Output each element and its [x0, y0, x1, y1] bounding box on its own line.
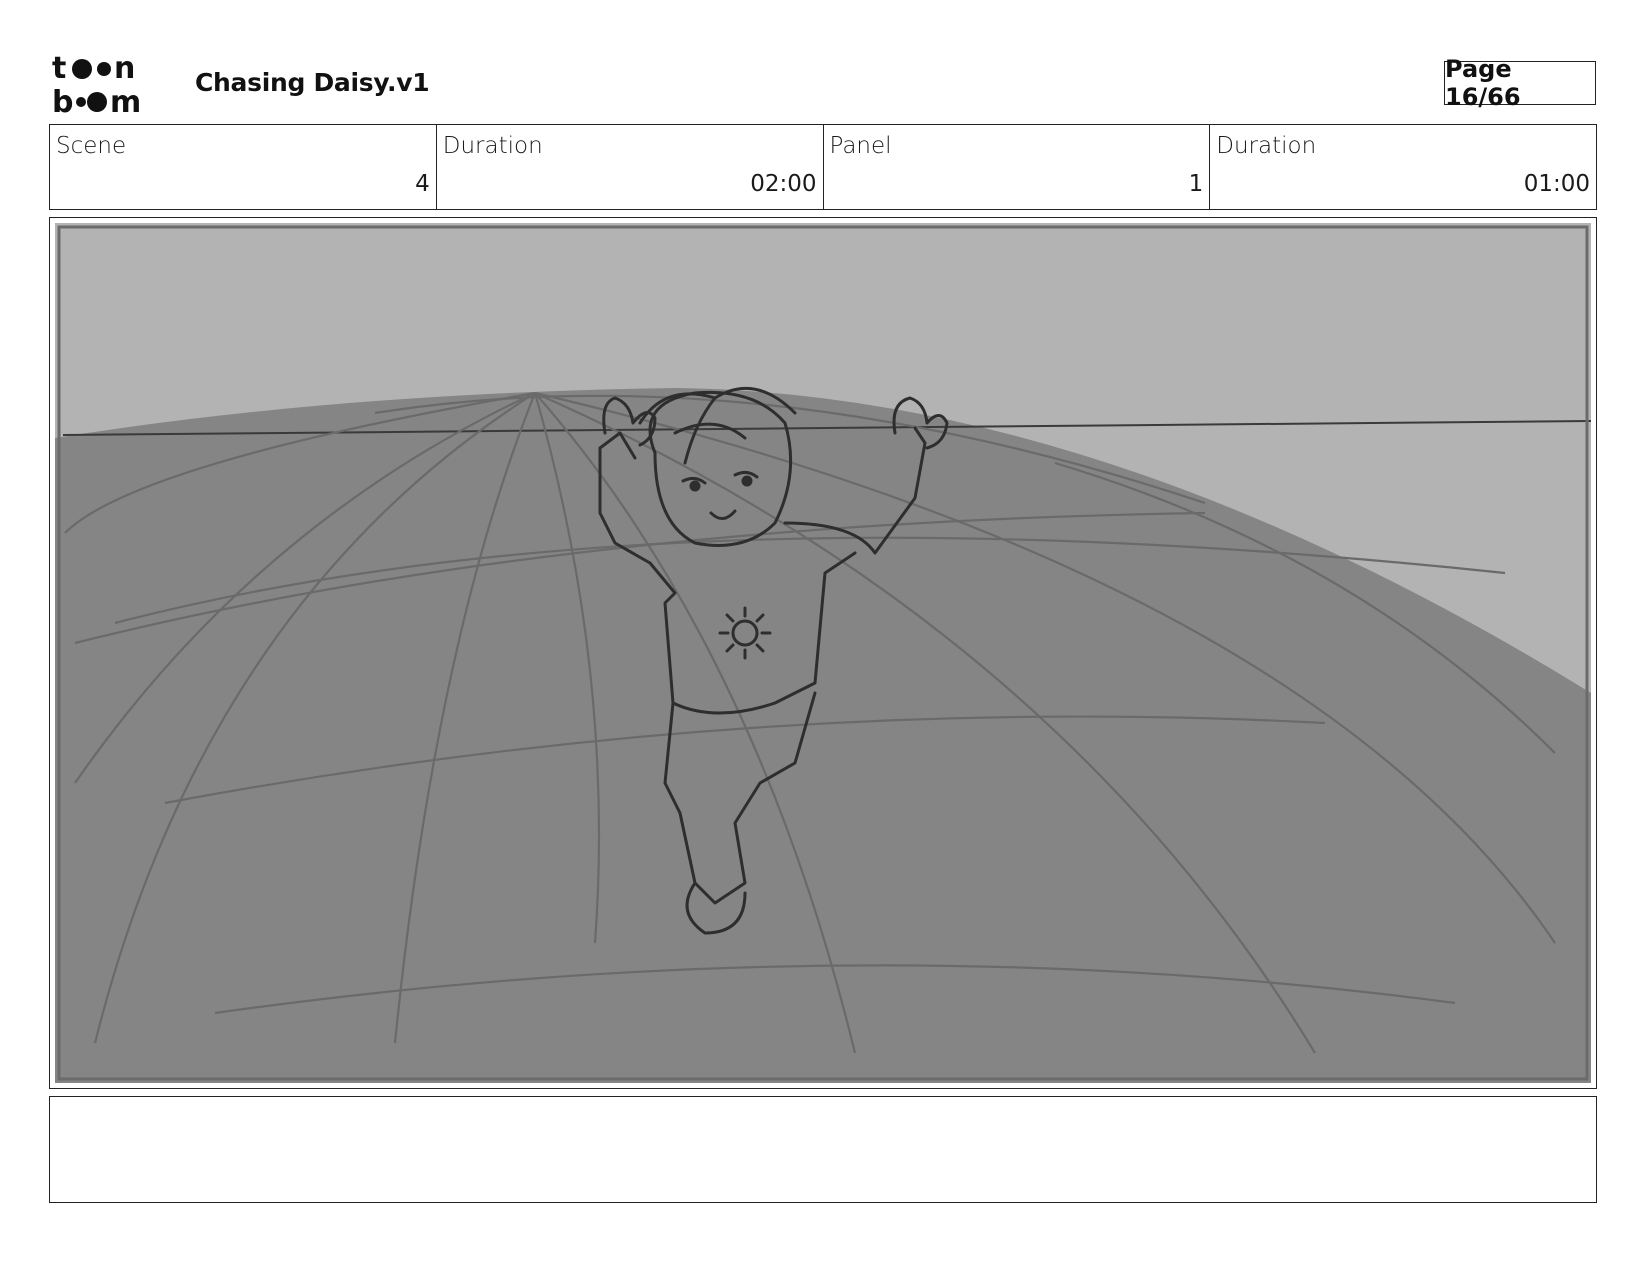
toon-boom-logo: t n b m: [52, 52, 141, 116]
svg-text:b: b: [52, 85, 73, 116]
scene-value: 4: [415, 171, 430, 197]
scene-cell: Scene 4: [50, 125, 437, 209]
panel-duration-label: Duration: [1216, 133, 1317, 159]
panel-duration-value: 01:00: [1523, 171, 1590, 197]
panel-info-row: Scene 4 Duration 02:00 Panel 1 Duration …: [49, 124, 1597, 210]
panel-duration-cell: Duration 01:00: [1210, 125, 1596, 209]
scene-label: Scene: [56, 133, 127, 159]
panel-notes[interactable]: [49, 1096, 1597, 1203]
panel-cell: Panel 1: [824, 125, 1211, 209]
svg-text:m: m: [110, 85, 141, 116]
storyboard-panel: [49, 217, 1597, 1089]
panel-value: 1: [1188, 171, 1204, 197]
scene-duration-cell: Duration 02:00: [437, 125, 824, 209]
storyboard-sketch: [55, 223, 1591, 1083]
project-title: Chasing Daisy.v1: [195, 68, 430, 97]
panel-label: Panel: [829, 133, 892, 159]
scene-duration-label: Duration: [442, 133, 543, 159]
svg-text:n: n: [114, 52, 135, 86]
scene-duration-value: 02:00: [750, 171, 817, 197]
svg-text:t: t: [52, 52, 66, 86]
page-indicator: Page 16/66: [1444, 55, 1596, 111]
